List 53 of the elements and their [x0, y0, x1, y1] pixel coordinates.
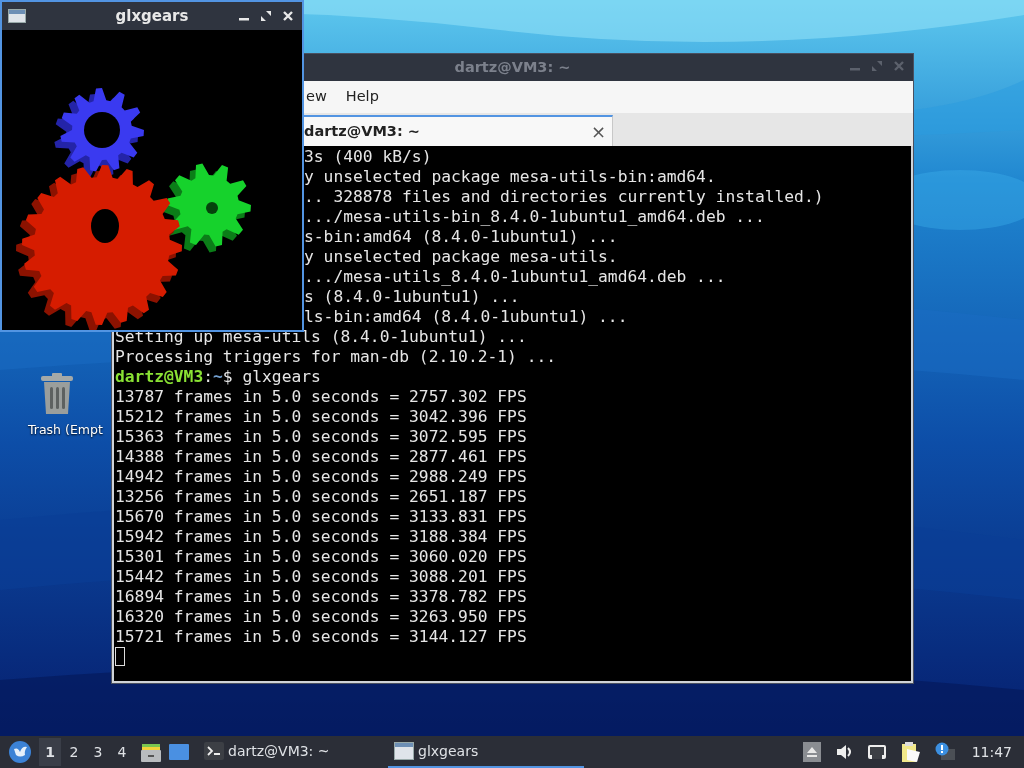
maximize-icon[interactable]: [260, 10, 272, 22]
workspace-button[interactable]: 1: [39, 738, 61, 766]
terminal-line: 15942 frames in 5.0 seconds = 3188.384 FPS: [115, 527, 528, 547]
workspace-button[interactable]: 4: [111, 738, 133, 766]
terminal-line: s-bin:amd64 (8.4.0-1ubuntu1) ...: [303, 227, 619, 247]
window-title: dartz@VM3: ~: [454, 57, 571, 77]
network-icon[interactable]: [866, 742, 887, 762]
terminal-line: 15212 frames in 5.0 seconds = 3042.396 FPS: [115, 407, 528, 427]
prompt-line: dartz@VM3:~$ glxgears: [115, 367, 322, 387]
start-logo-icon: [8, 740, 32, 764]
terminal-line: 15721 frames in 5.0 seconds = 3144.127 FPS: [115, 627, 528, 647]
volume-icon[interactable]: [834, 742, 853, 762]
icon-label[interactable]: Trash (Empt: [28, 421, 103, 440]
file-cabinet-icon[interactable]: [140, 741, 162, 763]
task-button[interactable]: glxgears: [388, 736, 584, 768]
task-button[interactable]: dartz@VM3: ~: [198, 736, 388, 768]
menu-item[interactable]: Help: [345, 86, 379, 108]
terminal-tab[interactable]: dartz@VM3: ~ ×: [303, 115, 613, 146]
terminal-line: ls-bin:amd64 (8.4.0-1ubuntu1) ...: [303, 307, 629, 327]
terminal-icon: [204, 742, 224, 760]
terminal-line: 16894 frames in 5.0 seconds = 3378.782 FPS: [115, 587, 528, 607]
notification-icon[interactable]: [934, 742, 955, 762]
terminal-line: .../mesa-utils-bin_8.4.0-1ubuntu1_amd64.deb ...: [303, 207, 766, 227]
terminal-line: 14942 frames in 5.0 seconds = 2988.249 FPS: [115, 467, 528, 487]
terminal-line: 13256 frames in 5.0 seconds = 2651.187 FPS: [115, 487, 528, 507]
terminal-line: 13787 frames in 5.0 seconds = 2757.302 FPS: [115, 387, 528, 407]
terminal-line: 3s (400 kB/s): [303, 147, 433, 167]
menu-item[interactable]: ew: [306, 86, 327, 108]
terminal-line: 15670 frames in 5.0 seconds = 3133.831 FPS: [115, 507, 528, 527]
workspace-button[interactable]: 3: [87, 738, 109, 766]
tab-close-button[interactable]: ×: [590, 118, 606, 145]
window-icon: [394, 742, 414, 760]
terminal-line: 14388 frames in 5.0 seconds = 2877.461 FPS: [115, 447, 528, 467]
terminal-line: 16320 frames in 5.0 seconds = 3263.950 FPS: [115, 607, 528, 627]
terminal-line: 15363 frames in 5.0 seconds = 3072.595 FPS: [115, 427, 528, 447]
window-title: glxgears: [115, 5, 189, 27]
window-icon: [8, 9, 26, 23]
terminal-line: .../mesa-utils_8.4.0-1ubuntu1_amd64.deb ...: [303, 267, 727, 287]
terminal-line: 15442 frames in 5.0 seconds = 3088.201 FPS: [115, 567, 528, 587]
terminal-line: Processing triggers for man-db (2.10.2-1) ...: [115, 347, 558, 367]
terminal-line: y unselected package mesa-utils.: [303, 247, 619, 267]
eject-icon[interactable]: [802, 742, 821, 762]
clipboard-icon[interactable]: [900, 742, 921, 762]
clock[interactable]: 11:47: [971, 741, 1012, 763]
terminal-line: y unselected package mesa-utils-bin:amd64.: [303, 167, 717, 187]
show-desktop-icon[interactable]: [168, 741, 190, 763]
workspace-button[interactable]: 2: [63, 738, 85, 766]
terminal-line: .. 328878 files and directories currently installed.): [303, 187, 825, 207]
text-cursor: [115, 647, 125, 666]
tab-label: dartz@VM3: ~: [304, 121, 420, 141]
start-menu-button[interactable]: [8, 740, 32, 764]
terminal-line: s (8.4.0-1ubuntu1) ...: [303, 287, 521, 307]
terminal-line: 15301 frames in 5.0 seconds = 3060.020 FPS: [115, 547, 528, 567]
